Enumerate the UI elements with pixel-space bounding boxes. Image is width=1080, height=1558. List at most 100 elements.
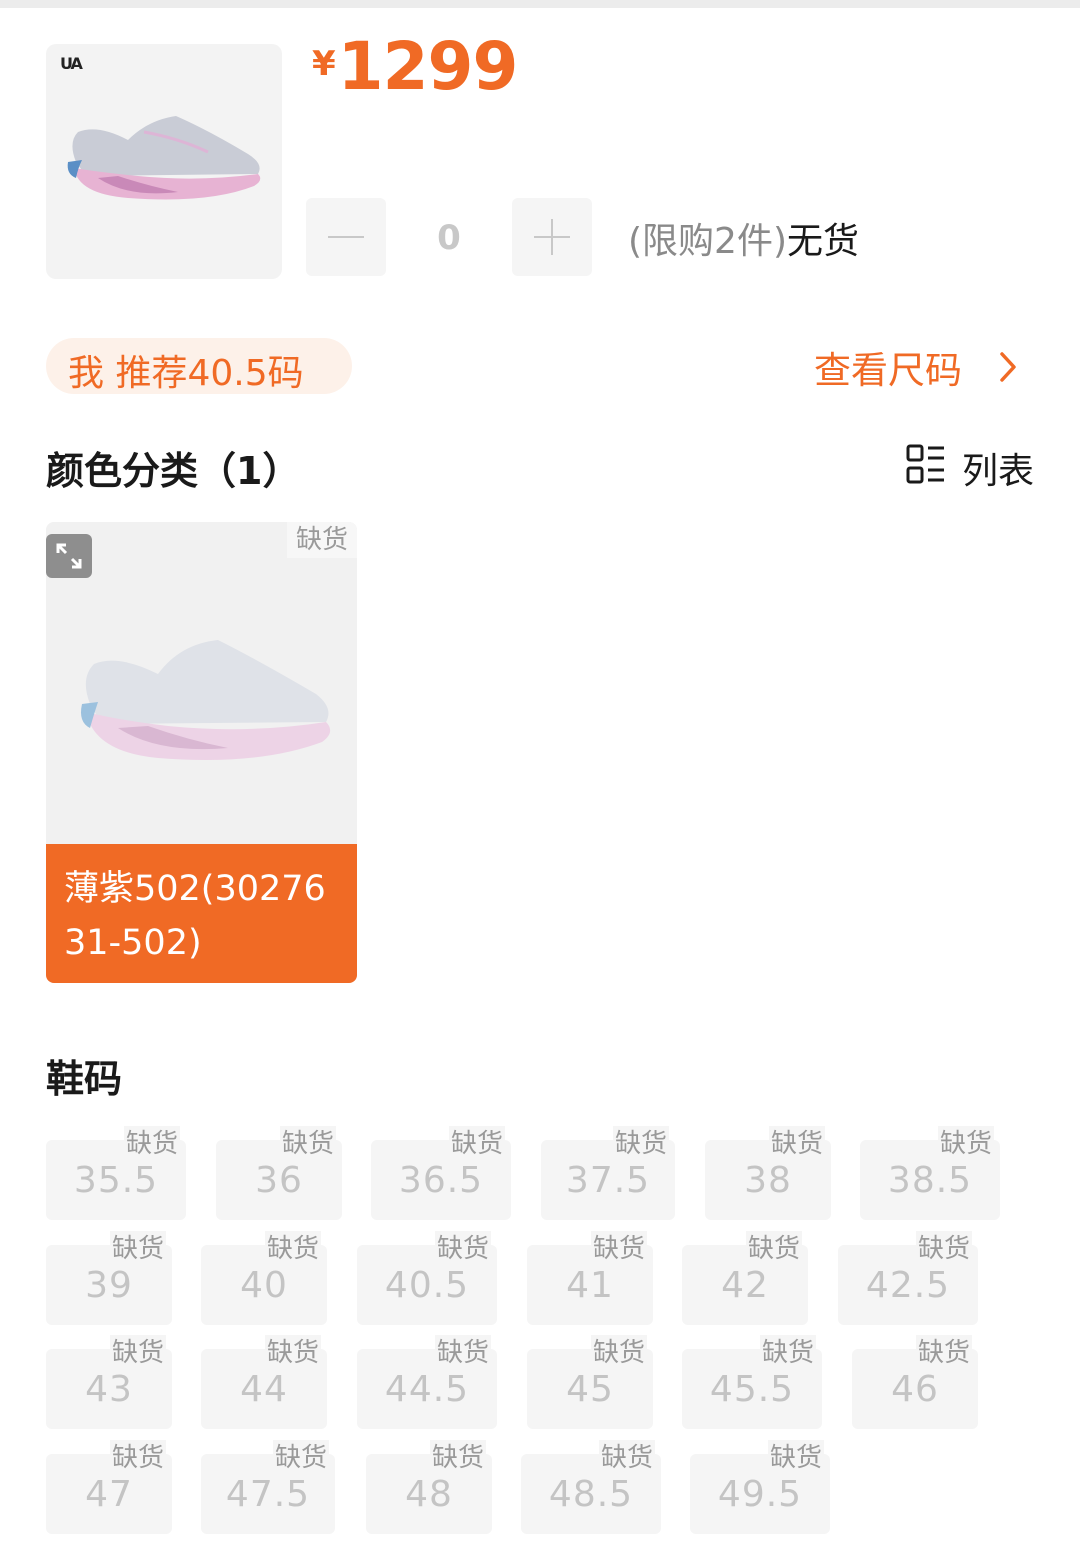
increase-quantity-button[interactable] <box>512 198 592 276</box>
size-option[interactable]: 48 缺货 <box>366 1440 492 1534</box>
purchase-limit-text: (限购2件)无货 <box>628 212 859 264</box>
out-of-stock-tag: 缺货 <box>109 1335 166 1371</box>
out-of-stock-tag: 缺货 <box>598 1440 655 1476</box>
out-of-stock-tag: 缺货 <box>109 1440 166 1476</box>
out-of-stock-tag: 缺货 <box>768 1126 825 1162</box>
size-option[interactable]: 39 缺货 <box>46 1231 172 1325</box>
size-value: 39 <box>85 1265 133 1306</box>
size-option[interactable]: 37.5 缺货 <box>541 1126 675 1220</box>
out-of-stock-tag: 缺货 <box>109 1231 166 1267</box>
size-option[interactable]: 42.5 缺货 <box>838 1231 978 1325</box>
shoe-image <box>81 640 331 760</box>
size-value: 45 <box>566 1369 614 1410</box>
color-option-name: 薄紫502(3027631-502) <box>64 869 326 963</box>
size-option[interactable]: 47.5 缺货 <box>201 1440 335 1534</box>
out-of-stock-tag: 缺货 <box>272 1440 329 1476</box>
size-value: 40.5 <box>384 1265 470 1306</box>
list-view-toggle[interactable]: 列表 <box>906 442 1040 492</box>
size-option[interactable]: 36 缺货 <box>216 1126 342 1220</box>
color-section-title: 颜色分类（1） <box>46 449 301 493</box>
size-option[interactable]: 47 缺货 <box>46 1440 172 1534</box>
size-option[interactable]: 40 缺货 <box>201 1231 327 1325</box>
color-option-image <box>46 522 357 844</box>
size-option[interactable]: 45 缺货 <box>527 1335 653 1429</box>
price-amount: 1299 <box>337 28 519 105</box>
color-option-card[interactable]: 缺货 薄紫502(3027631-502) <box>46 522 357 983</box>
size-value: 45.5 <box>709 1369 795 1410</box>
size-value: 47.5 <box>225 1474 311 1515</box>
limit-label: (限购2件) <box>628 221 787 262</box>
out-of-stock-tag: 缺货 <box>123 1126 180 1162</box>
size-value: 44.5 <box>384 1369 470 1410</box>
stock-status: 无货 <box>787 221 860 262</box>
out-of-stock-tag: 缺货 <box>590 1335 647 1371</box>
out-of-stock-tag: 缺货 <box>745 1231 802 1267</box>
size-value: 40 <box>240 1265 288 1306</box>
out-of-stock-tag: 缺货 <box>915 1231 972 1267</box>
size-option[interactable]: 45.5 缺货 <box>682 1335 822 1429</box>
size-option[interactable]: 36.5 缺货 <box>371 1126 511 1220</box>
size-option[interactable]: 44.5 缺货 <box>357 1335 497 1429</box>
size-option[interactable]: 38.5 缺货 <box>860 1126 1000 1220</box>
out-of-stock-tag: 缺货 <box>279 1126 336 1162</box>
size-option[interactable]: 35.5 缺货 <box>46 1126 186 1220</box>
size-value: 42 <box>721 1265 769 1306</box>
out-of-stock-tag: 缺货 <box>287 522 357 558</box>
list-view-label: 列表 <box>962 451 1035 492</box>
expand-icon <box>56 543 82 569</box>
out-of-stock-tag: 缺货 <box>937 1126 994 1162</box>
out-of-stock-tag: 缺货 <box>434 1231 491 1267</box>
size-option[interactable]: 46 缺货 <box>852 1335 978 1429</box>
size-recommendation-badge[interactable]: 我 推荐40.5码 <box>46 338 352 394</box>
size-value: 37.5 <box>565 1160 651 1201</box>
decrease-quantity-button[interactable] <box>306 198 386 276</box>
price: ¥1299 <box>312 28 519 105</box>
size-option[interactable]: 44 缺货 <box>201 1335 327 1429</box>
size-value: 44 <box>240 1369 288 1410</box>
size-option[interactable]: 49.5 缺货 <box>690 1440 830 1534</box>
size-value: 42.5 <box>865 1265 951 1306</box>
brand-logo: UA <box>60 54 83 73</box>
product-thumbnail[interactable]: UA <box>46 44 282 279</box>
out-of-stock-tag: 缺货 <box>434 1335 491 1371</box>
size-value: 41 <box>566 1265 614 1306</box>
size-value: 46 <box>891 1369 939 1410</box>
chevron-right-icon <box>1000 352 1016 382</box>
size-value: 47 <box>85 1474 133 1515</box>
quantity-value[interactable]: 0 <box>386 198 512 276</box>
recommendation-label: 我 推荐40.5码 <box>68 353 304 394</box>
top-divider <box>0 0 1080 8</box>
size-option[interactable]: 43 缺货 <box>46 1335 172 1429</box>
expand-image-button[interactable] <box>46 534 92 578</box>
out-of-stock-tag: 缺货 <box>429 1440 486 1476</box>
size-value: 36 <box>255 1160 303 1201</box>
size-value: 38 <box>744 1160 792 1201</box>
out-of-stock-tag: 缺货 <box>915 1335 972 1371</box>
out-of-stock-tag: 缺货 <box>767 1440 824 1476</box>
out-of-stock-tag: 缺货 <box>448 1126 505 1162</box>
view-size-guide-link[interactable]: 查看尺码 <box>814 340 1016 394</box>
out-of-stock-tag: 缺货 <box>264 1231 321 1267</box>
size-value: 43 <box>85 1369 133 1410</box>
size-value: 48 <box>405 1474 453 1515</box>
minus-icon <box>328 236 364 238</box>
size-value: 49.5 <box>717 1474 803 1515</box>
out-of-stock-tag: 缺货 <box>759 1335 816 1371</box>
size-option[interactable]: 48.5 缺货 <box>521 1440 661 1534</box>
size-option[interactable]: 40.5 缺货 <box>357 1231 497 1325</box>
price-currency: ¥ <box>312 44 336 84</box>
size-value: 48.5 <box>548 1474 634 1515</box>
out-of-stock-tag: 缺货 <box>264 1335 321 1371</box>
color-option-label: 薄紫502(3027631-502) <box>46 844 357 983</box>
out-of-stock-tag: 缺货 <box>612 1126 669 1162</box>
out-of-stock-tag: 缺货 <box>590 1231 647 1267</box>
size-value: 36.5 <box>398 1160 484 1201</box>
shoe-image <box>67 116 261 200</box>
size-value: 35.5 <box>73 1160 159 1201</box>
size-value: 38.5 <box>887 1160 973 1201</box>
size-option[interactable]: 38 缺货 <box>705 1126 831 1220</box>
list-view-icon <box>906 444 944 484</box>
size-guide-label: 查看尺码 <box>814 349 962 392</box>
size-option[interactable]: 41 缺货 <box>527 1231 653 1325</box>
size-option[interactable]: 42 缺货 <box>682 1231 808 1325</box>
